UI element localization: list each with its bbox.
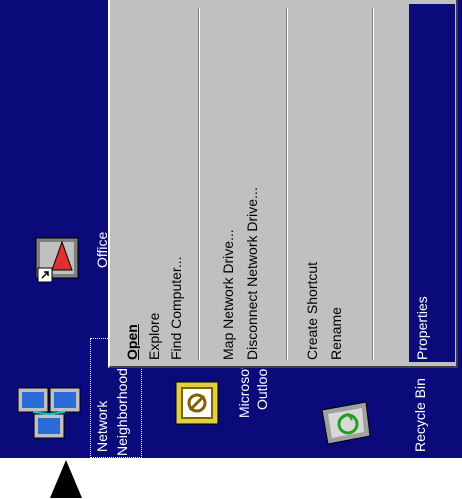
menu-item-open[interactable]: Open (124, 324, 140, 360)
context-menu: Open Explore Find Computer... Map Networ… (108, 0, 458, 368)
menu-separator-1 (198, 8, 200, 360)
recycle-bin-label: Recycle Bin (412, 378, 428, 452)
network-neighborhood-label-1: Network (94, 400, 110, 452)
menu-item-properties[interactable]: Properties (414, 296, 430, 360)
arrow-cursor-icon (50, 460, 82, 498)
menu-item-create-shortcut[interactable]: Create Shortcut (304, 262, 320, 360)
network-neighborhood-label-2: Neighborhood (114, 368, 130, 456)
network-neighborhood-icon[interactable] (14, 382, 84, 449)
menu-separator-3 (372, 8, 374, 360)
office-shortcut-icon[interactable] (34, 236, 84, 293)
desktop[interactable]: Network Neighborhood Office Microsoft Ou… (0, 0, 462, 458)
menu-item-rename[interactable]: Rename (328, 307, 344, 360)
menu-item-disconnect-network-drive[interactable]: Disconnect Network Drive... (244, 187, 260, 360)
outlook-label-1: Microsoft (236, 361, 252, 418)
menu-item-map-network-drive[interactable]: Map Network Drive... (220, 229, 236, 360)
outlook-icon[interactable] (174, 380, 220, 431)
menu-item-find-computer[interactable]: Find Computer... (168, 257, 184, 361)
menu-separator-2 (286, 8, 288, 360)
menu-item-explore[interactable]: Explore (146, 313, 162, 360)
outlook-label-2: Outlook (254, 361, 270, 410)
recycle-bin-icon[interactable] (318, 396, 374, 455)
